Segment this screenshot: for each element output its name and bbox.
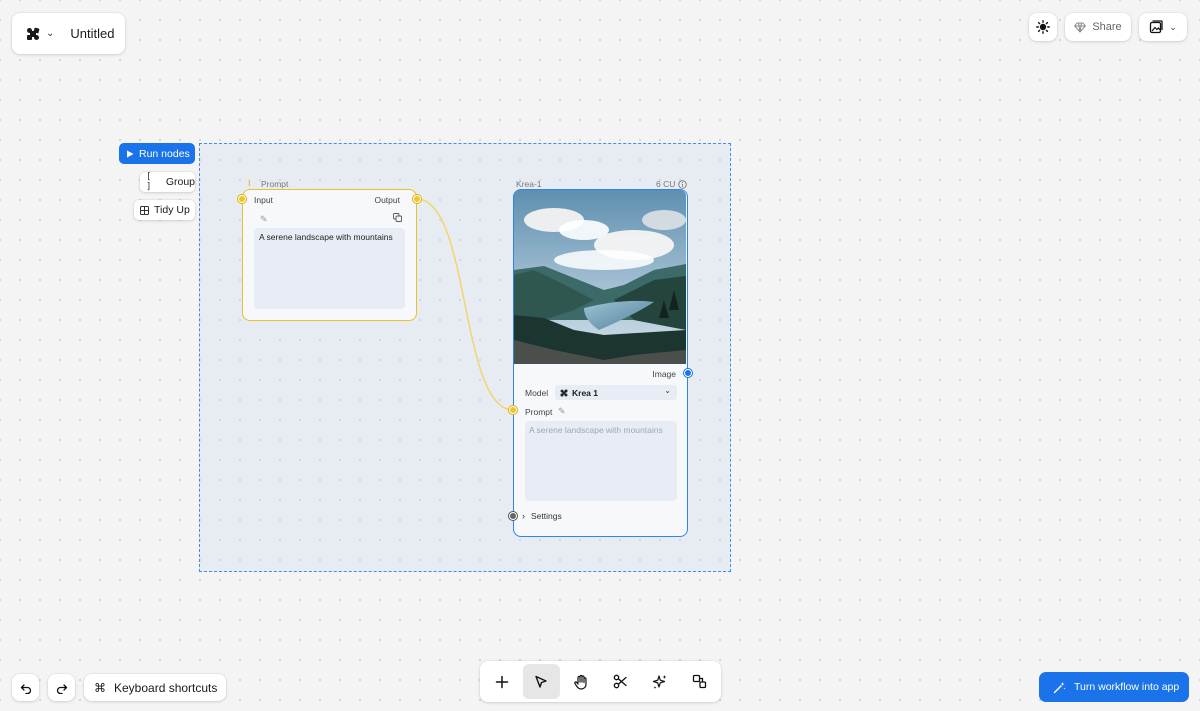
prompt-input-field[interactable]: A serene landscape with mountains — [525, 421, 677, 501]
chevron-down-icon: ⌄ — [664, 386, 671, 395]
command-key-icon: ⌘ — [94, 680, 106, 695]
keyboard-shortcuts-button[interactable]: ⌘ Keyboard shortcuts — [84, 674, 226, 701]
image-port-label: Image — [652, 369, 676, 379]
krea-logo-icon — [560, 389, 568, 396]
hand-icon — [573, 674, 587, 690]
pointer-icon — [535, 675, 547, 688]
output-port[interactable] — [413, 195, 421, 203]
model-label: Model — [525, 388, 549, 398]
settings-label: Settings — [531, 511, 562, 521]
redo-button[interactable] — [48, 674, 75, 701]
krea-model-node[interactable]: Image Model Krea 1 ⌄ Prompt ✎ A serene l… — [509, 189, 692, 537]
pencil-icon[interactable]: ✎ — [558, 406, 566, 417]
select-tool[interactable] — [523, 664, 560, 699]
settings-port[interactable] — [509, 512, 517, 520]
plus-icon — [495, 675, 508, 688]
sparkles-icon — [652, 674, 667, 689]
input-port[interactable] — [238, 195, 246, 203]
undo-button[interactable] — [12, 674, 39, 701]
cost-badge: 6 CU — [656, 179, 688, 189]
prompt-input-port[interactable] — [509, 406, 517, 414]
pan-tool[interactable] — [563, 664, 600, 699]
info-icon[interactable] — [678, 179, 688, 189]
keyboard-shortcuts-label: Keyboard shortcuts — [114, 680, 218, 695]
input-port-label: Input — [254, 195, 273, 205]
text-cursor-icon: I — [248, 178, 251, 188]
add-node-tool[interactable] — [484, 664, 521, 699]
generated-image[interactable] — [514, 190, 686, 364]
turn-workflow-into-app-button[interactable]: Turn workflow into app — [1039, 672, 1189, 702]
prompt-node-title: Prompt — [261, 179, 289, 189]
chevron-right-icon: › — [522, 511, 525, 521]
settings-toggle[interactable]: › Settings — [522, 511, 562, 521]
scissors-icon — [613, 674, 627, 689]
turn-workflow-into-app-label: Turn workflow into app — [1074, 681, 1180, 693]
image-output-port[interactable] — [684, 369, 692, 377]
prompt-port-label: Prompt — [525, 407, 553, 417]
krea-node-title: Krea-1 — [516, 179, 542, 189]
canvas-toolbar — [480, 661, 721, 702]
redo-icon — [56, 683, 67, 694]
output-port-label: Output — [374, 195, 400, 205]
cost-label: 6 CU — [656, 179, 676, 189]
ai-generate-tool[interactable] — [642, 664, 679, 699]
model-select[interactable]: Krea 1 ⌄ — [555, 385, 677, 400]
undo-icon — [20, 683, 31, 694]
magic-wand-icon — [1053, 681, 1066, 693]
copy-icon[interactable] — [393, 213, 402, 222]
prompt-textarea[interactable]: A serene landscape with mountains — [254, 228, 405, 309]
model-select-value: Krea 1 — [572, 387, 598, 398]
prompt-node[interactable]: Input Output ✎ A serene landscape with m… — [238, 189, 421, 321]
pencil-icon[interactable]: ✎ — [260, 214, 268, 225]
shapes-tool[interactable] — [681, 664, 718, 699]
shapes-icon — [692, 674, 706, 689]
cut-tool[interactable] — [602, 664, 639, 699]
